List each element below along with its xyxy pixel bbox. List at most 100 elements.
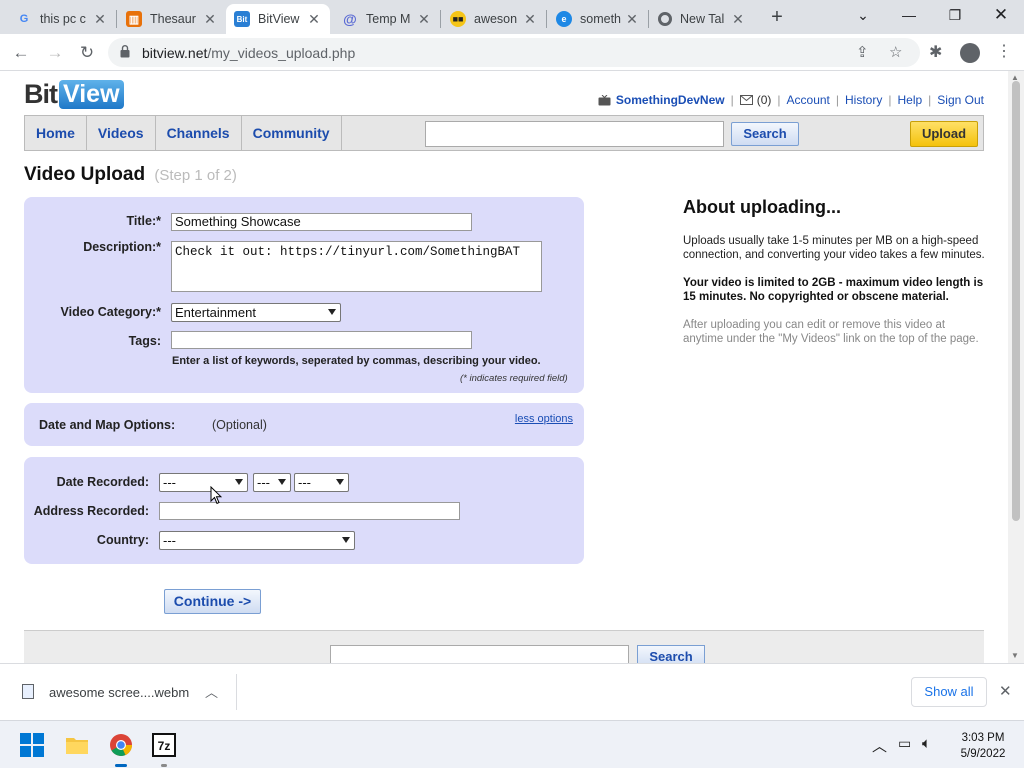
tab-title: Temp M — [366, 12, 411, 26]
minimize-icon[interactable]: — — [886, 0, 932, 30]
share-icon[interactable]: ⇪ — [856, 43, 869, 61]
address-bar[interactable]: bitview.net/my_videos_upload.php ⇪ ☆ — [108, 38, 920, 67]
category-select[interactable]: Entertainment — [171, 303, 341, 322]
network-icon[interactable]: ▭ — [898, 735, 911, 752]
close-tab-icon[interactable]: ✕ — [202, 11, 218, 28]
active-app-indicator — [115, 764, 127, 767]
browser-tab[interactable]: e someth ✕ — [548, 4, 648, 34]
separator: | — [835, 93, 840, 107]
about-paragraph-1: Uploads usually take 1-5 minutes per MB … — [683, 235, 985, 261]
close-tab-icon[interactable]: ✕ — [306, 11, 322, 28]
tags-input[interactable] — [171, 331, 472, 349]
upload-form-panel: Title:* Something Showcase Description:*… — [24, 197, 584, 393]
address-recorded-input[interactable] — [159, 502, 460, 520]
sign-out-link[interactable]: Sign Out — [937, 93, 984, 107]
browser-tab[interactable]: G this pc c ✕ — [8, 4, 116, 34]
tags-label: Tags: — [128, 334, 161, 348]
tv-icon — [598, 94, 611, 105]
chevron-down-icon — [328, 309, 336, 315]
mail-icon[interactable] — [739, 95, 753, 105]
profile-avatar-icon[interactable] — [960, 43, 980, 63]
inbox-count[interactable]: (0) — [757, 93, 772, 107]
title-input[interactable]: Something Showcase — [171, 213, 472, 231]
scrollbar-thumb[interactable] — [1012, 81, 1020, 521]
date-day-select[interactable]: --- — [253, 473, 291, 492]
nav-community[interactable]: Community — [242, 116, 342, 150]
book-icon: ▥ — [126, 11, 142, 27]
browser-tab[interactable]: @ Temp M ✕ — [334, 4, 440, 34]
step-indicator: (Step 1 of 2) — [154, 167, 237, 184]
browser-toolbar: ← → ↻ bitview.net/my_videos_upload.php ⇪… — [0, 34, 1024, 71]
logo-view: View — [59, 79, 124, 109]
scroll-down-icon[interactable]: ▼ — [1011, 651, 1019, 660]
new-tab-plus-icon[interactable]: + — [766, 6, 788, 28]
close-tab-icon[interactable]: ✕ — [522, 11, 538, 28]
show-all-button[interactable]: Show all — [911, 677, 987, 707]
7zip-icon[interactable]: 7z — [152, 733, 176, 757]
browser-tab[interactable]: ■■ aweson ✕ — [442, 4, 546, 34]
date-year-select[interactable]: --- — [294, 473, 349, 492]
system-clock[interactable]: 3:03 PM 5/9/2022 — [950, 730, 1016, 762]
reload-icon[interactable]: ↻ — [74, 40, 100, 66]
required-note: (* indicates required field) — [460, 373, 568, 384]
account-link[interactable]: Account — [787, 93, 830, 107]
bookmark-star-icon[interactable]: ☆ — [889, 43, 902, 61]
browser-tab[interactable]: ▥ Thesaur ✕ — [118, 4, 226, 34]
bitview-logo[interactable]: Bit View — [24, 78, 124, 110]
help-link[interactable]: Help — [897, 93, 922, 107]
site-search-button[interactable]: Search — [731, 122, 799, 146]
close-tab-icon[interactable]: ✕ — [730, 11, 746, 28]
chevron-down-icon — [235, 479, 243, 485]
browser-tab[interactable]: New Tal ✕ — [650, 4, 754, 34]
chevron-up-icon[interactable]: ︿ — [205, 682, 218, 701]
edge-icon: e — [556, 11, 572, 27]
footer-search-input[interactable] — [330, 645, 629, 663]
page-title: Video Upload (Step 1 of 2) — [24, 164, 237, 186]
close-tab-icon[interactable]: ✕ — [624, 11, 640, 28]
description-textarea[interactable]: Check it out: https://tinyurl.com/Someth… — [171, 241, 542, 292]
close-tab-icon[interactable]: ✕ — [92, 11, 108, 28]
country-select[interactable]: --- — [159, 531, 355, 550]
category-label: Video Category:* — [60, 305, 162, 319]
page-viewport: Bit View SomethingDevNew | (0) | Account… — [0, 71, 1024, 663]
country-label: Country: — [96, 533, 149, 547]
url-text: bitview.net/my_videos_upload.php — [142, 45, 355, 61]
tray-chevron-up-icon[interactable]: ︿ — [872, 735, 887, 756]
nav-videos[interactable]: Videos — [87, 116, 156, 150]
forward-arrow-icon[interactable]: → — [42, 40, 68, 66]
more-menu-icon[interactable]: ⋮ — [996, 41, 1012, 61]
windows-start-icon[interactable] — [20, 733, 44, 757]
history-link[interactable]: History — [845, 93, 882, 107]
continue-button[interactable]: Continue -> — [164, 589, 261, 614]
nav-channels[interactable]: Channels — [156, 116, 242, 150]
less-options-link[interactable]: less options — [515, 413, 573, 425]
date-map-options-panel: Date and Map Options: (Optional) less op… — [24, 403, 584, 446]
back-arrow-icon[interactable]: ← — [8, 40, 34, 66]
separator: | — [888, 93, 892, 107]
restore-icon[interactable]: ❐ — [932, 0, 978, 30]
date-month-select[interactable]: --- — [159, 473, 248, 492]
tab-search-chevron-icon[interactable]: ⌄ — [840, 0, 886, 30]
extensions-puzzle-icon[interactable]: ✱ — [929, 42, 942, 62]
chrome-icon — [658, 12, 672, 26]
site-search-input[interactable] — [425, 121, 724, 147]
username-link[interactable]: SomethingDevNew — [616, 93, 725, 107]
close-shelf-icon[interactable]: ✕ — [999, 682, 1012, 700]
date-month-value: --- — [163, 475, 176, 490]
separator: | — [730, 93, 734, 107]
download-shelf: awesome scree....webm ︿ Show all ✕ — [0, 663, 1024, 720]
download-filename[interactable]: awesome scree....webm — [49, 685, 189, 700]
close-window-icon[interactable]: ✕ — [978, 0, 1024, 30]
upload-button[interactable]: Upload — [910, 121, 978, 147]
tags-hint: Enter a list of keywords, seperated by c… — [172, 355, 541, 367]
nav-home[interactable]: Home — [25, 116, 87, 150]
volume-icon[interactable]: 🔈︎ — [922, 735, 931, 752]
page-scrollbar[interactable]: ▲ ▼ — [1008, 71, 1024, 663]
browser-tab-active[interactable]: Bit BitView ✕ — [226, 4, 330, 34]
file-explorer-icon[interactable] — [65, 733, 89, 757]
close-tab-icon[interactable]: ✕ — [416, 11, 432, 28]
separator: | — [928, 93, 932, 107]
chrome-icon[interactable] — [109, 733, 133, 757]
site-navbar: Home Videos Channels Community Search Up… — [24, 115, 984, 151]
footer-search-button[interactable]: Search — [637, 645, 705, 663]
